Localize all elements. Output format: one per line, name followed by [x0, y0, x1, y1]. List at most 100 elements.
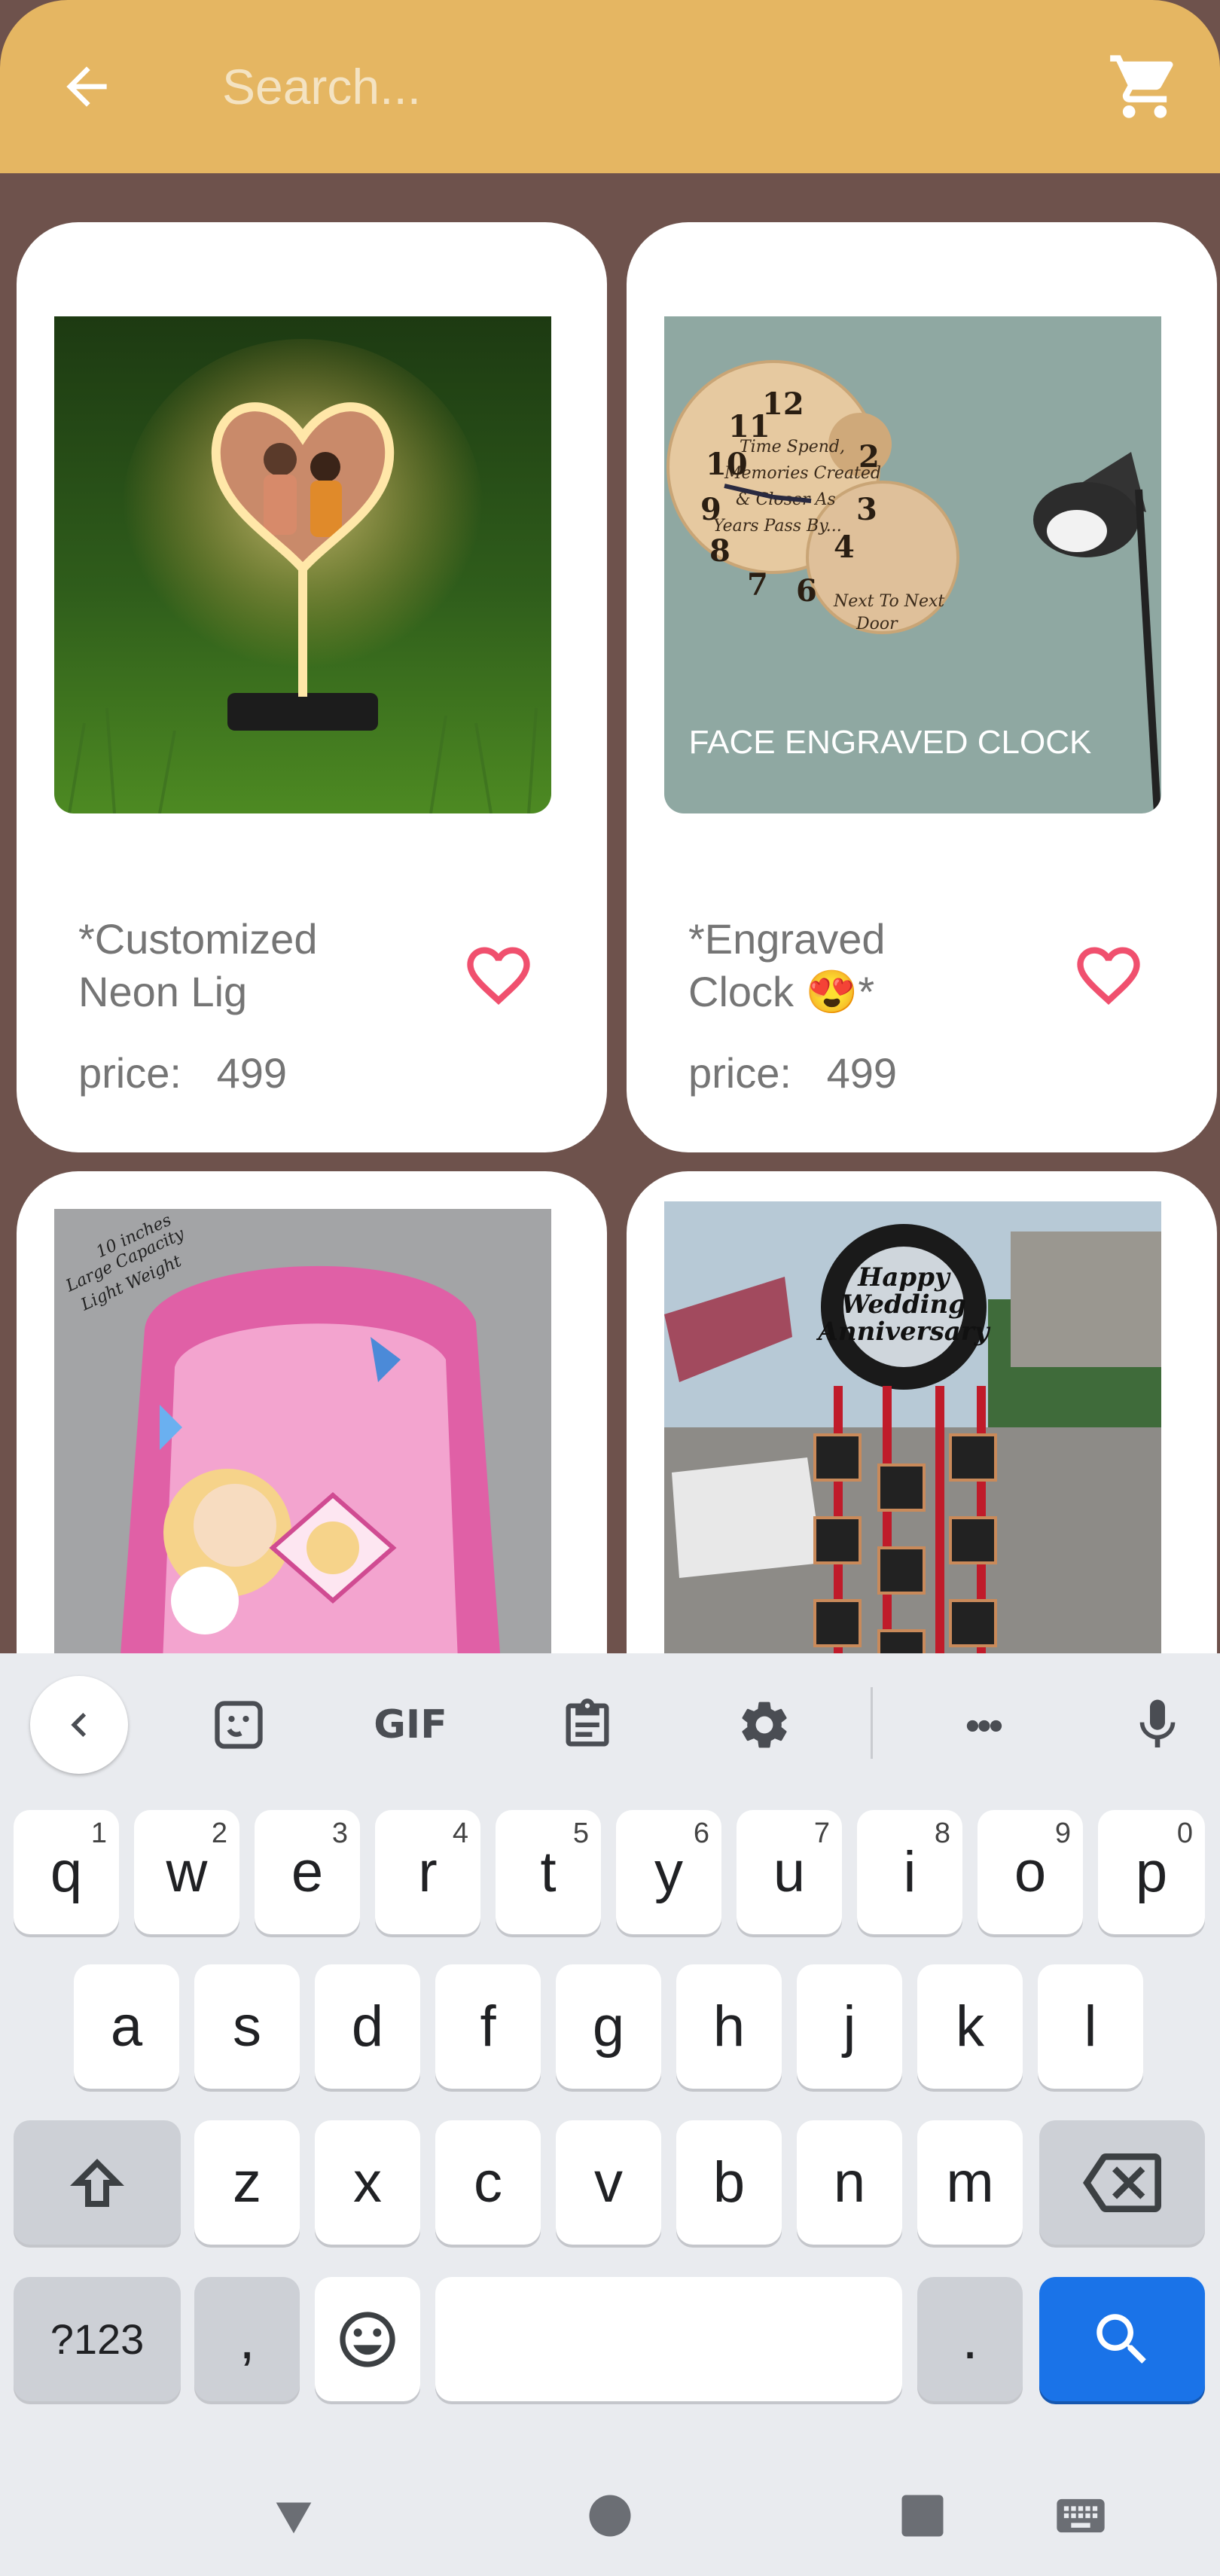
on-screen-keyboard: GIF ••• q1 w2 e3 r4 t5 y6 u7 i8 o9 p0 a …: [0, 1653, 1220, 2576]
shift-key[interactable]: [14, 2120, 181, 2245]
product-title: *Engraved Clock 😍*: [688, 915, 886, 1015]
space-key[interactable]: [435, 2277, 902, 2401]
key-z[interactable]: z: [194, 2120, 300, 2245]
voice-input-button[interactable]: [1109, 1676, 1206, 1774]
nav-home-button[interactable]: [572, 2478, 648, 2553]
microphone-icon: [1139, 1699, 1176, 1747]
search-input[interactable]: [203, 41, 1069, 132]
shift-icon: [70, 2158, 124, 2207]
key-o[interactable]: o9: [978, 1810, 1083, 1934]
svg-text:3: 3: [856, 492, 877, 527]
product-card[interactable]: 10 inches Large Capacity Light Weight: [17, 1171, 607, 1653]
sticker-icon: [215, 1701, 263, 1749]
collapse-toolbar-button[interactable]: [30, 1676, 128, 1774]
clock-caption: FACE ENGRAVED CLOCK: [689, 724, 1092, 761]
key-x[interactable]: x: [315, 2120, 420, 2245]
svg-text:11: 11: [728, 409, 770, 444]
product-card[interactable]: *Customized Neon Lig price: 499: [17, 222, 607, 1152]
clock-second-text: Door: [856, 615, 898, 633]
keyboard-icon: [1057, 2498, 1105, 2533]
product-image-neon-heart[interactable]: [54, 316, 551, 813]
key-t[interactable]: t5: [496, 1810, 601, 1934]
key-s[interactable]: s: [194, 1964, 300, 2089]
anniversary-text: Anniversary: [816, 1317, 991, 1347]
shopping-cart-icon: [1110, 55, 1173, 118]
product-price: price: 499: [78, 1049, 288, 1097]
square-icon: [901, 2495, 944, 2537]
svg-text:7: 7: [747, 567, 768, 603]
product-image-anniversary-frame[interactable]: Happy Wedding Anniversary: [664, 1201, 1161, 1653]
key-y[interactable]: y6: [616, 1810, 721, 1934]
anniversary-text: Happy: [857, 1262, 951, 1293]
gif-button[interactable]: GIF: [361, 1676, 459, 1774]
svg-text:9: 9: [700, 492, 721, 527]
key-u[interactable]: u7: [737, 1810, 842, 1934]
heart-outline-icon: [467, 947, 530, 1005]
key-f[interactable]: f: [435, 1964, 541, 2089]
emoji-icon: [340, 2311, 395, 2367]
heart-outline-icon: [1077, 947, 1140, 1005]
clipboard-button[interactable]: [538, 1676, 636, 1774]
key-c[interactable]: c: [435, 2120, 541, 2245]
search-key[interactable]: [1039, 2277, 1205, 2401]
favorite-button[interactable]: [1071, 938, 1146, 1013]
product-card[interactable]: Happy Wedding Anniversary: [627, 1171, 1217, 1653]
key-i[interactable]: i8: [857, 1810, 962, 1934]
anniversary-frame-photo: Happy Wedding Anniversary: [664, 1201, 1161, 1653]
period-key[interactable]: .: [917, 2277, 1023, 2401]
keyboard-toolbar: GIF •••: [0, 1653, 1220, 1789]
nav-keyboard-switch-button[interactable]: [1043, 2478, 1118, 2553]
backspace-icon: [1083, 2153, 1161, 2212]
key-e[interactable]: e3: [255, 1810, 360, 1934]
comma-key[interactable]: ,: [194, 2277, 300, 2401]
clock-face-text: Years Pass By...: [713, 517, 842, 536]
nav-recents-button[interactable]: [885, 2478, 960, 2553]
key-q[interactable]: q1: [14, 1810, 119, 1934]
settings-button[interactable]: [715, 1676, 813, 1774]
toolbar-divider: [871, 1687, 873, 1759]
product-image-school-bag[interactable]: 10 inches Large Capacity Light Weight: [54, 1209, 551, 1653]
system-navigation-bar: [0, 2455, 1220, 2576]
key-p[interactable]: p0: [1098, 1810, 1205, 1934]
school-bag-photo: 10 inches Large Capacity Light Weight: [54, 1209, 551, 1653]
back-button[interactable]: [45, 45, 128, 128]
svg-text:8: 8: [709, 533, 730, 569]
nav-back-button[interactable]: [256, 2478, 331, 2553]
backspace-key[interactable]: [1039, 2120, 1205, 2245]
clock-second-text: Next To Next: [833, 592, 944, 611]
product-title: *Customized Neon Lig: [78, 915, 318, 1015]
svg-text:4: 4: [834, 530, 855, 565]
more-options-button[interactable]: •••: [934, 1676, 1032, 1774]
triangle-down-icon: [276, 2502, 312, 2534]
key-g[interactable]: g: [556, 1964, 661, 2089]
chevron-left-icon: [71, 1713, 87, 1737]
key-r[interactable]: r4: [375, 1810, 480, 1934]
neon-heart-photo: [54, 316, 551, 813]
cart-button[interactable]: [1100, 45, 1190, 128]
key-k[interactable]: k: [917, 1964, 1023, 2089]
gear-icon: [742, 1702, 787, 1748]
product-price: price: 499: [688, 1049, 898, 1097]
app-screen: *Customized Neon Lig price: 499 Time Spe…: [0, 0, 1220, 1653]
key-w[interactable]: w2: [134, 1810, 239, 1934]
favorite-button[interactable]: [461, 938, 536, 1013]
arrow-left-icon: [66, 66, 107, 107]
svg-text:6: 6: [796, 573, 817, 609]
key-d[interactable]: d: [315, 1964, 420, 2089]
key-l[interactable]: l: [1038, 1964, 1143, 2089]
product-card[interactable]: Time Spend, Memories Created & Closer As…: [627, 222, 1217, 1152]
key-n[interactable]: n: [797, 2120, 902, 2245]
clipboard-icon: [566, 1699, 609, 1747]
emoji-key[interactable]: [315, 2277, 420, 2401]
symbols-key[interactable]: ?123: [14, 2277, 181, 2401]
key-a[interactable]: a: [74, 1964, 179, 2089]
key-b[interactable]: b: [676, 2120, 782, 2245]
key-j[interactable]: j: [797, 1964, 902, 2089]
key-m[interactable]: m: [917, 2120, 1023, 2245]
product-image-engraved-clock[interactable]: Time Spend, Memories Created & Closer As…: [664, 316, 1161, 813]
key-v[interactable]: v: [556, 2120, 661, 2245]
engraved-clock-photo: Time Spend, Memories Created & Closer As…: [664, 316, 1161, 813]
search-toolbar: [0, 0, 1220, 173]
sticker-button[interactable]: [190, 1676, 288, 1774]
key-h[interactable]: h: [676, 1964, 782, 2089]
